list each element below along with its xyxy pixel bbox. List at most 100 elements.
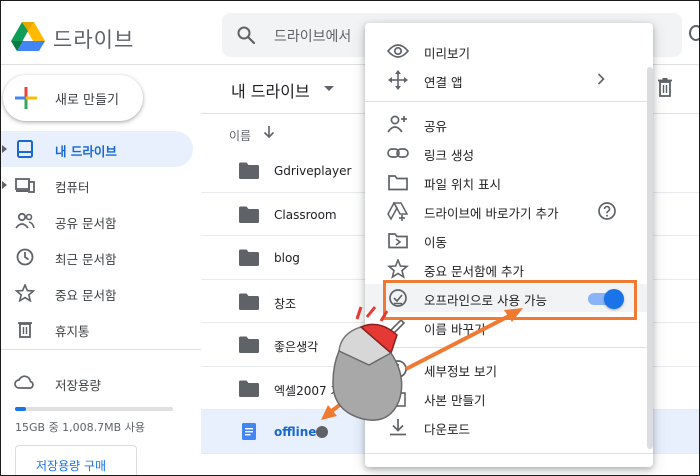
file-name: offline xyxy=(274,425,317,439)
file-name: 창조 xyxy=(274,296,297,311)
trash-icon xyxy=(18,322,32,338)
menu-item-label: 연결 앱 xyxy=(424,75,463,90)
star-outline-icon xyxy=(387,259,409,279)
file-name: 엑셀2007 기초 xyxy=(274,383,353,398)
move-to-icon xyxy=(388,233,408,249)
buy-storage-label: 저장용량 구매 xyxy=(36,459,107,473)
sidebar-item-label: 공유 문서함 xyxy=(55,216,117,231)
shared-icon xyxy=(15,212,35,229)
menu-item-label: 공유 xyxy=(424,119,448,134)
storage-usage-text: 15GB 중 1,008.7MB 사용 xyxy=(15,421,145,434)
menu-divider xyxy=(365,347,653,348)
menu-item-preview[interactable]: 미리보기 xyxy=(365,37,653,65)
arrow-down-icon[interactable] xyxy=(263,125,275,139)
menu-item-label: 세부정보 보기 xyxy=(424,364,497,379)
menu-item-show-location[interactable]: 파일 위치 표시 xyxy=(365,168,653,196)
sort-column-header[interactable]: 이름 xyxy=(229,127,251,144)
buy-storage-button[interactable]: 저장용량 구매 xyxy=(15,445,137,475)
move-arrows-icon xyxy=(388,70,408,90)
new-button[interactable]: 새로 만들기 xyxy=(3,75,143,121)
sidebar-item-trash[interactable]: 휴지통 xyxy=(1,311,193,347)
menu-item-download[interactable]: 다운로드 xyxy=(365,413,653,441)
sidebar-item-starred[interactable]: 중요 문서함 xyxy=(1,275,193,311)
menu-item-label: 파일 위치 표시 xyxy=(424,177,501,192)
sidebar-item-label: 내 드라이브 xyxy=(55,144,117,159)
sidebar-item-computers[interactable]: 컴퓨터 xyxy=(1,167,193,203)
folder-icon xyxy=(239,206,259,223)
download-icon xyxy=(390,419,406,436)
menu-item-label: 이동 xyxy=(424,235,448,250)
folder-icon xyxy=(239,293,259,310)
account-avatar-icon[interactable] xyxy=(689,25,699,41)
menu-item-make-copy[interactable]: 사본 만들기 xyxy=(365,384,653,412)
pencil-icon xyxy=(388,318,406,336)
menu-item-share[interactable]: 공유 xyxy=(365,110,653,138)
sidebar-item-recent[interactable]: 최근 문서함 xyxy=(1,239,193,275)
drive-add-icon xyxy=(387,201,409,221)
drive-logo-icon xyxy=(11,22,45,51)
file-name: blog xyxy=(274,251,300,265)
menu-item-move[interactable]: 이동 xyxy=(365,226,653,254)
menu-item-label: 미리보기 xyxy=(424,46,471,61)
context-menu: 미리보기 연결 앱 공유 링크 생성 파일 위치 표시 드라이브에 바로가기 추… xyxy=(365,23,653,467)
folder-icon xyxy=(239,162,259,179)
menu-divider xyxy=(365,453,653,454)
folder-icon xyxy=(239,380,259,397)
help-icon[interactable] xyxy=(597,201,617,221)
storage-progress-fill xyxy=(15,407,27,411)
eye-icon xyxy=(387,44,409,58)
folder-icon xyxy=(239,336,259,353)
plus-icon xyxy=(15,87,37,109)
clock-icon xyxy=(16,248,34,266)
file-name: 좋은생각 xyxy=(274,340,319,354)
page-title[interactable]: 내 드라이브 xyxy=(231,78,310,102)
my-drive-icon xyxy=(17,140,33,158)
sidebar-item-shared[interactable]: 공유 문서함 xyxy=(1,203,193,239)
sidebar-item-label: 컴퓨터 xyxy=(55,180,90,195)
star-icon xyxy=(15,284,35,302)
chevron-right-icon xyxy=(597,73,605,85)
sidebar-nav: 내 드라이브 컴퓨터 공유 문서함 최근 문서함 중요 문서함 휴지통 xyxy=(1,131,201,347)
search-input[interactable]: 드라이브에서 xyxy=(274,26,351,46)
menu-item-add-shortcut[interactable]: 드라이브에 바로가기 추가 xyxy=(365,197,653,225)
computers-icon xyxy=(15,178,35,193)
offline-check-icon xyxy=(316,426,328,438)
menu-item-label: 중요 문서함에 추가 xyxy=(424,264,524,279)
highlight-annotation xyxy=(383,280,637,320)
menu-divider xyxy=(365,101,653,102)
menu-item-details[interactable]: 세부정보 보기 xyxy=(365,355,653,383)
file-name: Classroom xyxy=(274,207,337,222)
menu-item-add-starred[interactable]: 중요 문서함에 추가 xyxy=(365,255,653,283)
menu-item-label: 이름 바꾸기 xyxy=(424,322,486,337)
person-add-icon xyxy=(387,115,407,133)
sidebar-item-my-drive[interactable]: 내 드라이브 xyxy=(1,131,193,167)
trash-icon[interactable] xyxy=(656,77,674,97)
sidebar-item-label: 최근 문서함 xyxy=(55,252,117,267)
menu-item-open-with[interactable]: 연결 앱 xyxy=(365,66,653,94)
menu-item-label: 사본 만들기 xyxy=(424,393,486,408)
search-icon[interactable] xyxy=(236,25,256,45)
file-name: Gdriveplayer xyxy=(274,164,352,178)
expand-caret-icon[interactable] xyxy=(2,181,7,189)
copy-icon xyxy=(390,389,406,407)
cloud-icon xyxy=(14,375,34,389)
menu-scrollbar[interactable] xyxy=(647,67,653,449)
new-button-label: 새로 만들기 xyxy=(55,93,119,108)
info-icon xyxy=(389,360,407,378)
folder-outline-icon xyxy=(388,175,408,191)
google-docs-icon xyxy=(242,423,256,440)
app-window: 드라이브 드라이브에서 새로 만들기 내 드라이브 컴퓨터 공유 문서함 최근 … xyxy=(0,0,700,476)
expand-caret-icon[interactable] xyxy=(2,145,7,153)
sidebar-divider xyxy=(1,349,201,350)
menu-item-get-link[interactable]: 링크 생성 xyxy=(365,139,653,167)
link-icon xyxy=(387,148,409,158)
storage-label: 저장용량 xyxy=(55,378,102,393)
storage-progress-bar xyxy=(15,407,173,411)
sidebar-item-label: 중요 문서함 xyxy=(55,288,117,303)
app-title: 드라이브 xyxy=(53,28,135,52)
menu-item-label: 다운로드 xyxy=(424,422,471,437)
menu-item-label: 드라이브에 바로가기 추가 xyxy=(424,206,559,221)
folder-icon xyxy=(239,249,259,266)
chevron-down-icon[interactable] xyxy=(324,86,334,91)
menu-item-label: 링크 생성 xyxy=(424,148,474,163)
